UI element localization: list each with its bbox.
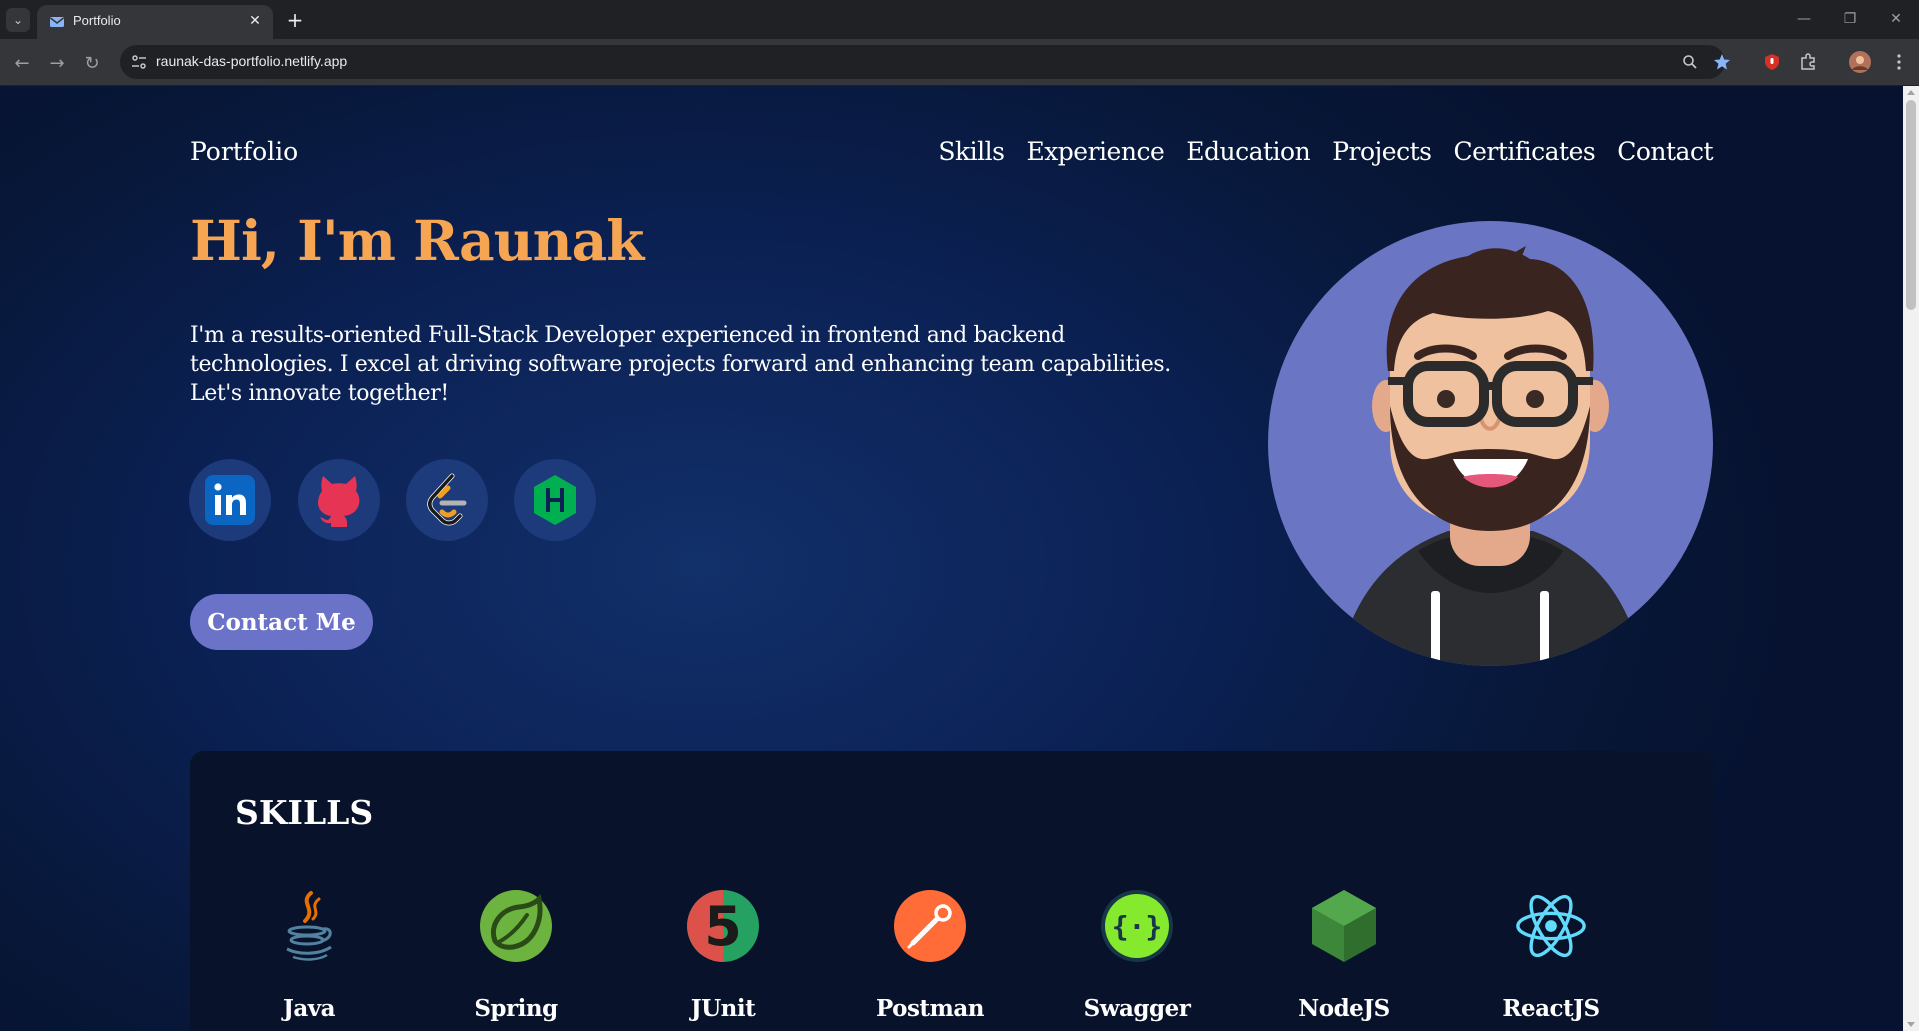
mail-favicon-icon [50,17,64,27]
main-nav: Skills Experience Education Projects Cer… [938,137,1713,166]
new-tab-icon[interactable]: + [282,7,308,33]
skill-name: Spring [474,995,558,1022]
url-text: raunak-das-portfolio.netlify.app [156,53,348,69]
address-bar[interactable]: raunak-das-portfolio.netlify.app [120,45,1730,79]
nav-education[interactable]: Education [1186,137,1310,166]
linkedin-icon[interactable] [189,459,271,541]
github-icon[interactable] [298,459,380,541]
tab-search-chevron-icon[interactable]: ⌄ [6,8,30,32]
bookmark-star-icon[interactable] [1712,52,1732,72]
skill-name: Java [282,995,336,1022]
skill-nodejs: NodeJS [1274,889,1414,1031]
browser-tab-bar: ⌄ Portfolio ✕ + — ❐ ✕ [0,0,1919,39]
nav-experience[interactable]: Experience [1026,137,1164,166]
leetcode-icon[interactable] [406,459,488,541]
skill-name: ReactJS [1502,995,1600,1022]
scroll-thumb[interactable] [1906,100,1916,310]
skill-name: NodeJS [1298,995,1390,1022]
scroll-down-icon[interactable] [1907,1022,1915,1027]
nodejs-icon [1307,889,1381,963]
skill-name: Swagger [1083,995,1191,1022]
reload-icon[interactable]: ↻ [78,49,106,77]
skill-reactjs: ReactJS [1481,889,1621,1031]
page-viewport: Portfolio Skills Experience Education Pr… [0,86,1903,1031]
skill-name: Postman [875,995,985,1022]
java-icon [272,889,346,963]
skill-junit: 5 JUnit [653,889,793,1031]
restore-icon[interactable]: ❐ [1830,6,1870,32]
nav-certificates[interactable]: Certificates [1453,137,1595,166]
nav-skills[interactable]: Skills [938,137,1005,166]
avatar [1268,221,1713,666]
browser-toolbar: ← → ↻ raunak-das-portfolio.netlify.app [0,39,1919,86]
close-window-icon[interactable]: ✕ [1876,6,1916,32]
postman-icon [893,889,967,963]
skill-postman: Postman [860,889,1000,1031]
skills-title: SKILLS [235,793,374,832]
nav-contact[interactable]: Contact [1617,137,1713,166]
site-info-icon[interactable] [130,53,148,71]
svg-text:{·}: {·} [1112,910,1163,943]
contact-me-button[interactable]: Contact Me [190,594,373,650]
minimize-icon[interactable]: — [1784,6,1824,32]
scroll-up-icon[interactable] [1907,90,1915,95]
skill-swagger: {·} Swagger [1067,889,1207,1031]
extension-shield-icon[interactable] [1761,51,1783,73]
swagger-icon: {·} [1100,889,1174,963]
avatar-illustration-icon [1338,246,1643,666]
spring-icon [479,889,553,963]
tab-close-icon[interactable]: ✕ [245,11,265,31]
profile-avatar-icon[interactable] [1849,51,1871,73]
menu-kebab-icon[interactable] [1888,51,1910,73]
hero-title: Hi, I'm Raunak [190,208,644,273]
svg-text:5: 5 [704,895,742,958]
zoom-icon[interactable] [1680,52,1700,72]
site-brand[interactable]: Portfolio [190,137,298,166]
hackerrank-icon[interactable] [514,459,596,541]
back-icon[interactable]: ← [8,49,36,77]
react-icon [1514,889,1588,963]
skills-section: SKILLS Java Spring 5 JUnit Postman {·} S… [190,751,1714,1031]
forward-icon[interactable]: → [43,49,71,77]
junit-icon: 5 [686,889,760,963]
browser-tab[interactable]: Portfolio ✕ [37,5,273,39]
tab-title: Portfolio [73,13,121,28]
hero-description: I'm a results-oriented Full-Stack Develo… [190,323,1171,406]
extensions-puzzle-icon[interactable] [1797,51,1819,73]
nav-projects[interactable]: Projects [1332,137,1432,166]
skill-spring: Spring [446,889,586,1031]
page-scrollbar[interactable] [1903,86,1919,1031]
skill-java: Java [239,889,379,1031]
skill-name: JUnit [690,995,756,1022]
